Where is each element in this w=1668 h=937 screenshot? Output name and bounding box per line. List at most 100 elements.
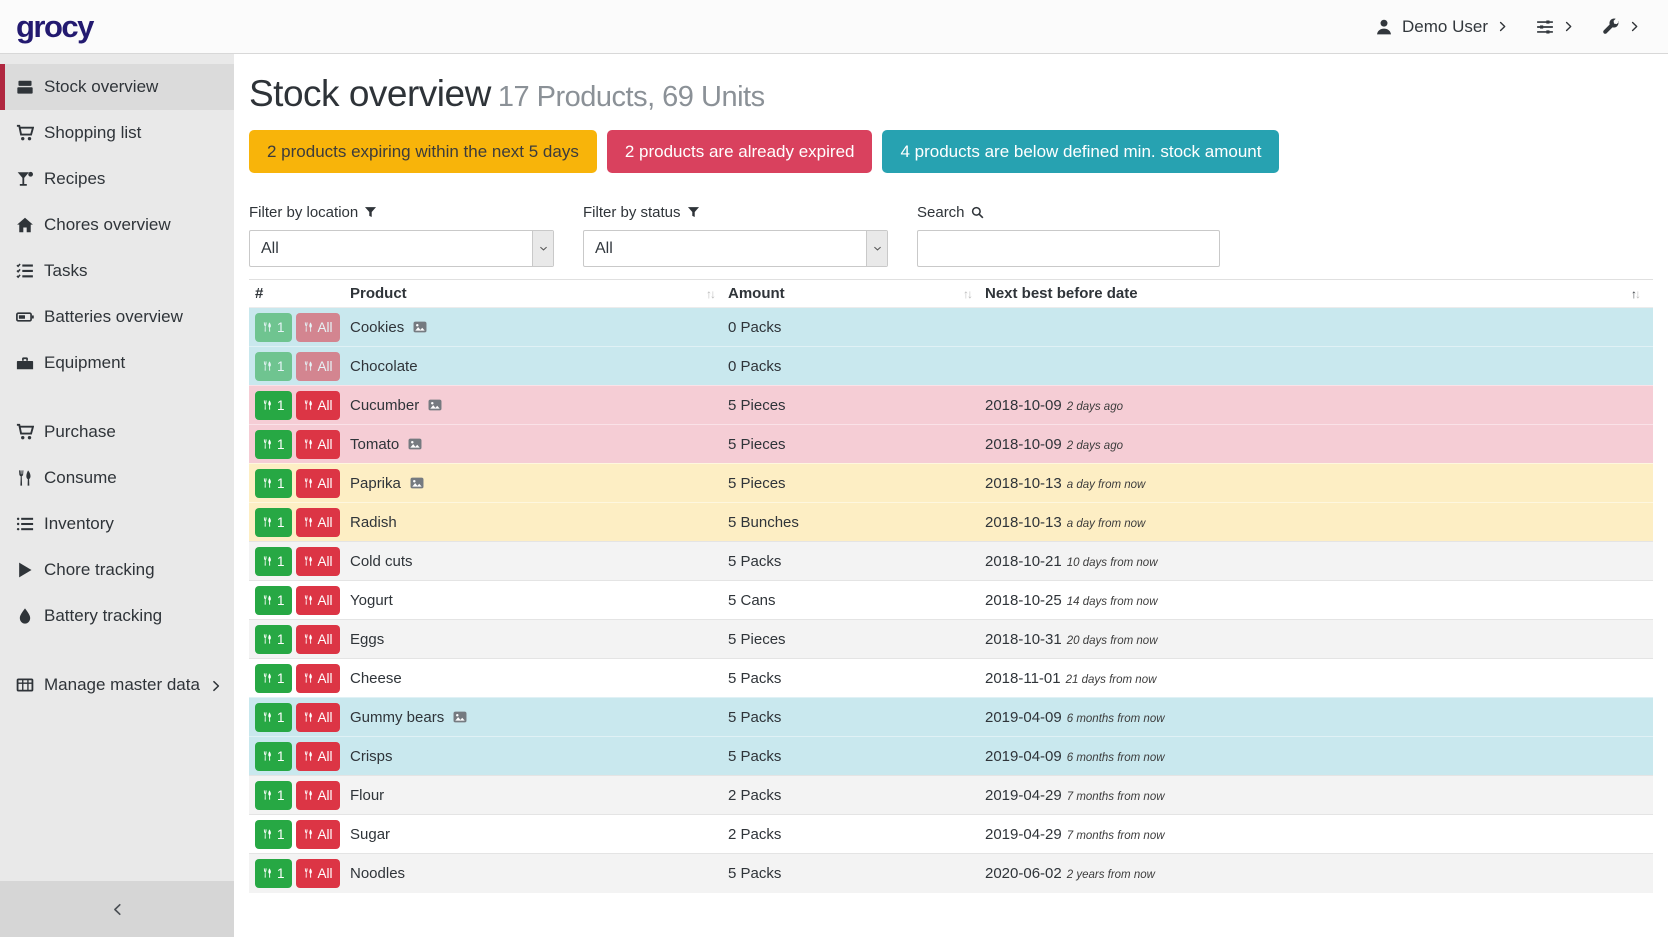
consume-all-button[interactable]: All — [296, 781, 340, 810]
settings-menu[interactable] — [1536, 18, 1574, 36]
sidebar-item-label: Equipment — [44, 353, 125, 373]
sidebar-item-tasks[interactable]: Tasks — [0, 248, 234, 294]
table-row-cookies: 1AllCookies0 Packs — [249, 308, 1653, 347]
sidebar-item-stock-overview[interactable]: Stock overview — [0, 64, 234, 110]
consume-one-button[interactable]: 1 — [255, 625, 292, 654]
sidebar-item-inventory[interactable]: Inventory — [0, 501, 234, 547]
consume-all-button[interactable]: All — [296, 313, 340, 342]
utensils-icon — [303, 360, 314, 372]
consume-all-button[interactable]: All — [296, 859, 340, 888]
utensils-icon — [262, 477, 273, 489]
sidebar-item-consume[interactable]: Consume — [0, 455, 234, 501]
utensils-icon — [262, 516, 273, 528]
consume-one-button[interactable]: 1 — [255, 586, 292, 615]
sidebar-item-label: Consume — [44, 468, 117, 488]
location-filter-select[interactable]: All — [249, 230, 554, 267]
best-before-date: 2018-11-01 — [985, 670, 1061, 687]
consume-one-button[interactable]: 1 — [255, 391, 292, 420]
amount-value: 5 Bunches — [728, 514, 799, 531]
table-row-cucumber: 1AllCucumber5 Pieces2018-10-092 days ago — [249, 386, 1653, 425]
consume-one-button[interactable]: 1 — [255, 508, 292, 537]
column-header-next-best-before-date[interactable]: Next best before date↑↓ — [985, 280, 1653, 308]
cart-icon — [16, 124, 34, 142]
consume-all-button[interactable]: All — [296, 820, 340, 849]
sidebar-item-battery-tracking[interactable]: Battery tracking — [0, 593, 234, 639]
location-filter-label: Filter by location — [249, 204, 554, 221]
consume-all-button[interactable]: All — [296, 508, 340, 537]
utensils-icon — [303, 672, 314, 684]
alert-warning-button[interactable]: 2 products expiring within the next 5 da… — [249, 130, 597, 173]
admin-menu[interactable] — [1602, 18, 1640, 36]
alert-danger-button[interactable]: 2 products are already expired — [607, 130, 873, 173]
consume-one-button[interactable]: 1 — [255, 742, 292, 771]
sidebar-item-purchase[interactable]: Purchase — [0, 409, 234, 455]
filter-icon — [364, 206, 377, 219]
sidebar-item-equipment[interactable]: Equipment — [0, 340, 234, 386]
consume-all-button[interactable]: All — [296, 742, 340, 771]
consume-one-button[interactable]: 1 — [255, 469, 292, 498]
page-title: Stock overview17 Products, 69 Units — [249, 73, 1653, 115]
sidebar-collapse-button[interactable] — [0, 881, 234, 937]
amount-value: 5 Pieces — [728, 436, 786, 453]
search-filter: Search — [917, 204, 1222, 267]
consume-all-button[interactable]: All — [296, 625, 340, 654]
consume-one-button[interactable]: 1 — [255, 703, 292, 732]
consume-all-button[interactable]: All — [296, 586, 340, 615]
sidebar-item-manage-master-data[interactable]: Manage master data — [0, 662, 234, 708]
date-relative-note: 2 days ago — [1067, 401, 1123, 413]
status-filter-select[interactable]: All — [583, 230, 888, 267]
consume-all-button[interactable]: All — [296, 391, 340, 420]
consume-all-button[interactable]: All — [296, 703, 340, 732]
sidebar-item-shopping-list[interactable]: Shopping list — [0, 110, 234, 156]
date-relative-note: 2 days ago — [1067, 440, 1123, 452]
consume-one-button[interactable]: 1 — [255, 313, 292, 342]
app-logo: grocy — [16, 9, 93, 45]
amount-value: 2 Packs — [728, 787, 781, 804]
date-relative-note: 6 months from now — [1067, 713, 1165, 725]
utensils-icon — [262, 867, 273, 879]
product-name: Flour — [350, 787, 384, 804]
consume-one-button[interactable]: 1 — [255, 547, 292, 576]
consume-all-button[interactable]: All — [296, 352, 340, 381]
table-row-sugar: 1AllSugar2 Packs2019-04-297 months from … — [249, 815, 1653, 854]
utensils-icon — [16, 469, 34, 487]
date-relative-note: 10 days from now — [1067, 557, 1158, 569]
sidebar-item-label: Batteries overview — [44, 307, 183, 327]
search-input[interactable] — [917, 230, 1220, 267]
toolbox-icon — [16, 354, 34, 372]
sidebar-item-chore-tracking[interactable]: Chore tracking — [0, 547, 234, 593]
utensils-icon — [262, 399, 273, 411]
product-name: Chocolate — [350, 358, 418, 375]
table-body: 1AllCookies0 Packs1AllChocolate0 Packs1A… — [249, 308, 1653, 893]
stock-alerts: 2 products expiring within the next 5 da… — [249, 130, 1653, 173]
column-header-product[interactable]: Product↑↓ — [350, 280, 728, 308]
consume-all-button[interactable]: All — [296, 469, 340, 498]
sidebar-item-chores-overview[interactable]: Chores overview — [0, 202, 234, 248]
cocktail-icon — [16, 170, 34, 188]
consume-all-button[interactable]: All — [296, 547, 340, 576]
consume-one-button[interactable]: 1 — [255, 430, 292, 459]
consume-one-button[interactable]: 1 — [255, 781, 292, 810]
user-menu[interactable]: Demo User — [1375, 17, 1508, 37]
amount-value: 5 Pieces — [728, 397, 786, 414]
sort-icon: ↑↓ — [706, 287, 714, 301]
consume-one-button[interactable]: 1 — [255, 352, 292, 381]
consume-one-button[interactable]: 1 — [255, 664, 292, 693]
column-header-amount[interactable]: Amount↑↓ — [728, 280, 985, 308]
consume-all-button[interactable]: All — [296, 664, 340, 693]
utensils-icon — [303, 321, 314, 333]
consume-one-button[interactable]: 1 — [255, 859, 292, 888]
consume-one-button[interactable]: 1 — [255, 820, 292, 849]
product-name: Crisps — [350, 748, 393, 765]
location-filter: Filter by location All — [249, 204, 554, 267]
sidebar-item-batteries-overview[interactable]: Batteries overview — [0, 294, 234, 340]
product-name: Yogurt — [350, 592, 393, 609]
product-name: Sugar — [350, 826, 390, 843]
alert-info-button[interactable]: 4 products are below defined min. stock … — [882, 130, 1279, 173]
sidebar-item-recipes[interactable]: Recipes — [0, 156, 234, 202]
product-picture-icon — [452, 710, 468, 724]
cart-icon — [16, 423, 34, 441]
consume-all-button[interactable]: All — [296, 430, 340, 459]
status-filter-label: Filter by status — [583, 204, 888, 221]
product-name: Cucumber — [350, 397, 419, 414]
